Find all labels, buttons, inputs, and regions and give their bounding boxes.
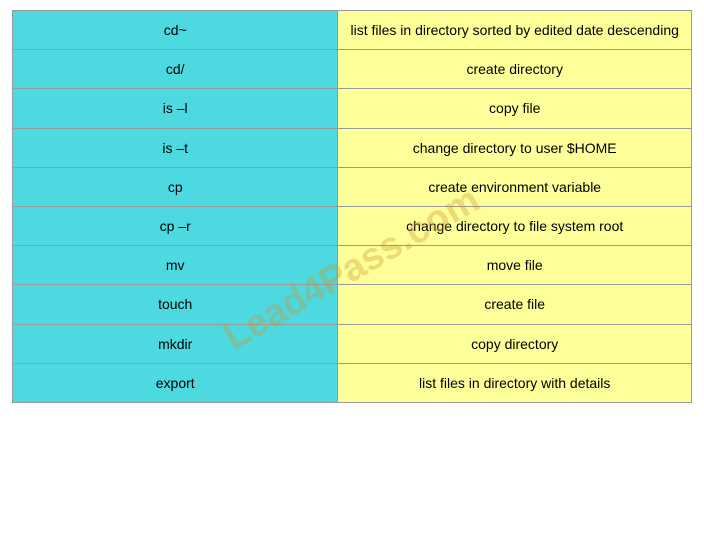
description-cell: change directory to user $HOME — [338, 129, 691, 167]
description-cell: list files in directory with details — [338, 364, 691, 402]
description-cell: create file — [338, 285, 691, 323]
command-cell: mv — [13, 246, 338, 284]
command-cell: is –l — [13, 89, 338, 127]
command-cell: cd/ — [13, 50, 338, 88]
description-cell: create directory — [338, 50, 691, 88]
command-cell: is –t — [13, 129, 338, 167]
command-cell: cp –r — [13, 207, 338, 245]
table-row: mvmove file — [13, 246, 691, 285]
table-row: is –lcopy file — [13, 89, 691, 128]
description-cell: copy file — [338, 89, 691, 127]
command-table: cd~list files in directory sorted by edi… — [12, 10, 692, 403]
command-cell: cd~ — [13, 11, 338, 49]
command-cell: touch — [13, 285, 338, 323]
table-row: touchcreate file — [13, 285, 691, 324]
description-cell: create environment variable — [338, 168, 691, 206]
table-row: cpcreate environment variable — [13, 168, 691, 207]
table-row: exportlist files in directory with detai… — [13, 364, 691, 402]
table-row: cd~list files in directory sorted by edi… — [13, 11, 691, 50]
command-cell: cp — [13, 168, 338, 206]
description-cell: copy directory — [338, 325, 691, 363]
table-row: cd/create directory — [13, 50, 691, 89]
description-cell: change directory to file system root — [338, 207, 691, 245]
description-cell: move file — [338, 246, 691, 284]
description-cell: list files in directory sorted by edited… — [338, 11, 691, 49]
table-row: is –tchange directory to user $HOME — [13, 129, 691, 168]
table-row: mkdircopy directory — [13, 325, 691, 364]
command-cell: export — [13, 364, 338, 402]
command-cell: mkdir — [13, 325, 338, 363]
table-row: cp –rchange directory to file system roo… — [13, 207, 691, 246]
